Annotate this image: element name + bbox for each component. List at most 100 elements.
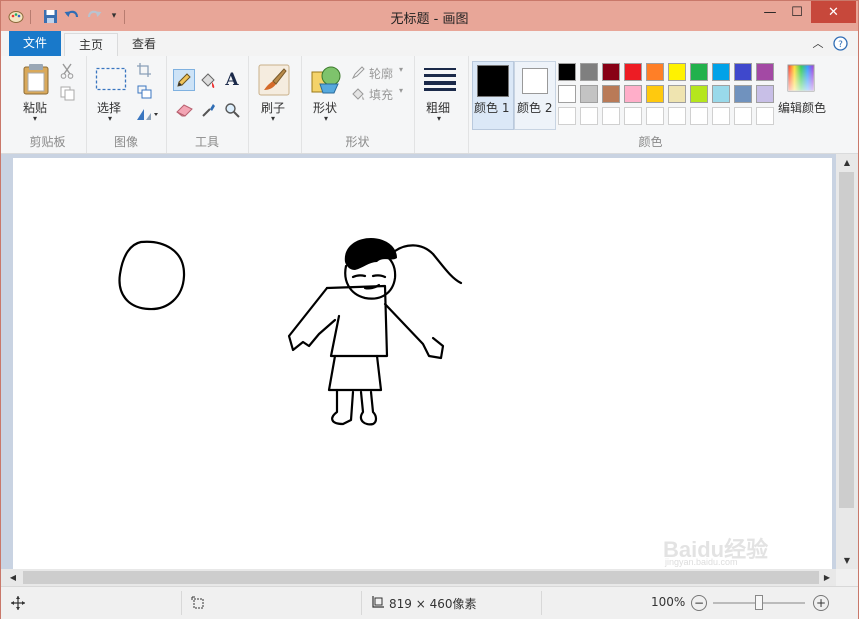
paste-dropdown-icon[interactable]: ▾ bbox=[33, 114, 37, 123]
palette-custom-slot[interactable] bbox=[756, 107, 774, 125]
palette-swatch[interactable] bbox=[580, 63, 598, 81]
palette-swatch[interactable] bbox=[624, 63, 642, 81]
close-button[interactable]: ✕ bbox=[811, 1, 856, 23]
size-dropdown-icon[interactable]: ▾ bbox=[437, 114, 441, 123]
palette-swatch[interactable] bbox=[602, 85, 620, 103]
drawing-canvas[interactable]: Baidu经验 jingyan.baidu.com bbox=[13, 158, 832, 569]
magnifier-icon[interactable] bbox=[222, 100, 242, 120]
zoom-in-icon[interactable]: + bbox=[813, 595, 829, 611]
fill-icon[interactable] bbox=[350, 86, 366, 102]
palette-custom-slot[interactable] bbox=[580, 107, 598, 125]
minimize-button[interactable]: — bbox=[756, 1, 784, 23]
palette-swatch[interactable] bbox=[602, 63, 620, 81]
palette-custom-slot[interactable] bbox=[668, 107, 686, 125]
fill-bucket-icon[interactable] bbox=[198, 71, 218, 91]
circle-drawing bbox=[118, 240, 186, 311]
copy-icon[interactable] bbox=[59, 85, 75, 101]
colors-group: 颜色 1 颜色 2 编辑颜色 颜色 bbox=[468, 56, 833, 153]
palette-swatch[interactable] bbox=[690, 63, 708, 81]
palette-swatch[interactable] bbox=[646, 85, 664, 103]
horizontal-scrollbar[interactable]: ◀ ▶ bbox=[1, 569, 836, 586]
tab-home[interactable]: 主页 bbox=[64, 33, 119, 58]
zoom-slider-thumb[interactable] bbox=[755, 595, 763, 610]
horizontal-scroll-thumb[interactable] bbox=[23, 571, 819, 584]
select-icon[interactable] bbox=[94, 66, 128, 92]
shapes-icon[interactable] bbox=[309, 63, 343, 95]
color1-label[interactable]: 颜色 1 bbox=[474, 99, 509, 116]
cursor-position-icon bbox=[9, 594, 27, 612]
color-picker-icon[interactable] bbox=[199, 100, 219, 120]
palette-swatch[interactable] bbox=[756, 85, 774, 103]
status-bar: 819 × 460像素 100% − + bbox=[1, 586, 858, 619]
crop-icon[interactable] bbox=[136, 62, 152, 78]
maximize-button[interactable]: ☐ bbox=[784, 1, 810, 23]
selection-size-icon bbox=[189, 594, 207, 612]
palette-swatch[interactable] bbox=[712, 85, 730, 103]
palette-swatch[interactable] bbox=[558, 63, 576, 81]
palette-custom-slot[interactable] bbox=[558, 107, 576, 125]
tab-file[interactable]: 文件 bbox=[9, 31, 62, 56]
eraser-icon[interactable] bbox=[175, 100, 195, 120]
fill-label[interactable]: 填充 bbox=[369, 86, 393, 103]
palette-swatch[interactable] bbox=[756, 63, 774, 81]
outline-icon[interactable] bbox=[350, 65, 366, 81]
rotate-icon[interactable] bbox=[134, 106, 160, 122]
brushes-dropdown-icon[interactable]: ▾ bbox=[271, 114, 275, 123]
brushes-group: 刷子 ▾ bbox=[248, 56, 302, 153]
tab-view[interactable]: 查看 bbox=[118, 33, 170, 56]
color2-selector[interactable] bbox=[514, 61, 556, 130]
size-group: 粗细 ▾ bbox=[414, 56, 469, 153]
palette-custom-slot[interactable] bbox=[646, 107, 664, 125]
palette-custom-slot[interactable] bbox=[602, 107, 620, 125]
palette-custom-slot[interactable] bbox=[734, 107, 752, 125]
scroll-left-icon[interactable]: ◀ bbox=[7, 571, 19, 584]
paste-icon[interactable] bbox=[19, 62, 53, 96]
watermark: Baidu经验 jingyan.baidu.com bbox=[661, 536, 811, 567]
outline-label[interactable]: 轮廓 bbox=[369, 65, 393, 82]
shapes-group: 形状 ▾ 轮廓 ▾ 填充 ▾ 形状 bbox=[301, 56, 415, 153]
help-icon[interactable]: ? bbox=[832, 35, 848, 51]
outline-dropdown-icon[interactable]: ▾ bbox=[399, 65, 403, 74]
drawing bbox=[118, 238, 463, 426]
color1-selector[interactable] bbox=[472, 61, 514, 130]
palette-swatch[interactable] bbox=[558, 85, 576, 103]
zoom-out-icon[interactable]: − bbox=[691, 595, 707, 611]
palette-swatch[interactable] bbox=[690, 85, 708, 103]
resize-icon[interactable] bbox=[136, 84, 152, 100]
tools-group-label: 工具 bbox=[194, 135, 219, 149]
girl-eyes bbox=[351, 274, 387, 279]
pencil-icon[interactable] bbox=[173, 69, 195, 91]
palette-swatch[interactable] bbox=[734, 63, 752, 81]
edit-colors-icon[interactable] bbox=[786, 63, 816, 93]
palette-swatch[interactable] bbox=[668, 85, 686, 103]
brush-icon[interactable] bbox=[258, 64, 290, 96]
zoom-level: 100% bbox=[651, 595, 686, 609]
shapes-dropdown-icon[interactable]: ▾ bbox=[324, 114, 328, 123]
palette-custom-slot[interactable] bbox=[624, 107, 642, 125]
palette-swatch[interactable] bbox=[646, 63, 664, 81]
vertical-scroll-thumb[interactable] bbox=[839, 172, 854, 508]
palette-swatch[interactable] bbox=[580, 85, 598, 103]
palette-swatch[interactable] bbox=[712, 63, 730, 81]
palette-custom-slot[interactable] bbox=[690, 107, 708, 125]
window-title: 无标题 - 画图 bbox=[390, 12, 469, 27]
vertical-scrollbar[interactable]: ▲ ▼ bbox=[836, 154, 858, 569]
ribbon: 粘贴 ▾ 剪贴板 选择 ▾ 图像 A 工具 刷子 ▾ 形状 ▾ 轮廓 ▾ 填充 … bbox=[1, 56, 858, 154]
scroll-down-icon[interactable]: ▼ bbox=[840, 554, 854, 566]
text-tool-icon[interactable]: A bbox=[222, 70, 242, 90]
palette-swatch[interactable] bbox=[668, 63, 686, 81]
color2-label[interactable]: 颜色 2 bbox=[517, 99, 552, 116]
color2-swatch bbox=[522, 68, 548, 94]
svg-text:?: ? bbox=[838, 40, 843, 50]
select-dropdown-icon[interactable]: ▾ bbox=[108, 114, 112, 123]
collapse-ribbon-icon[interactable]: ︿ bbox=[810, 35, 826, 51]
edit-colors-label[interactable]: 编辑颜色 bbox=[778, 99, 826, 116]
palette-swatch[interactable] bbox=[734, 85, 752, 103]
scroll-right-icon[interactable]: ▶ bbox=[821, 571, 833, 584]
palette-custom-slot[interactable] bbox=[712, 107, 730, 125]
line-size-icon[interactable] bbox=[423, 66, 457, 92]
fill-dropdown-icon[interactable]: ▾ bbox=[399, 86, 403, 95]
cut-icon[interactable] bbox=[59, 63, 75, 79]
palette-swatch[interactable] bbox=[624, 85, 642, 103]
scroll-up-icon[interactable]: ▲ bbox=[840, 156, 854, 168]
